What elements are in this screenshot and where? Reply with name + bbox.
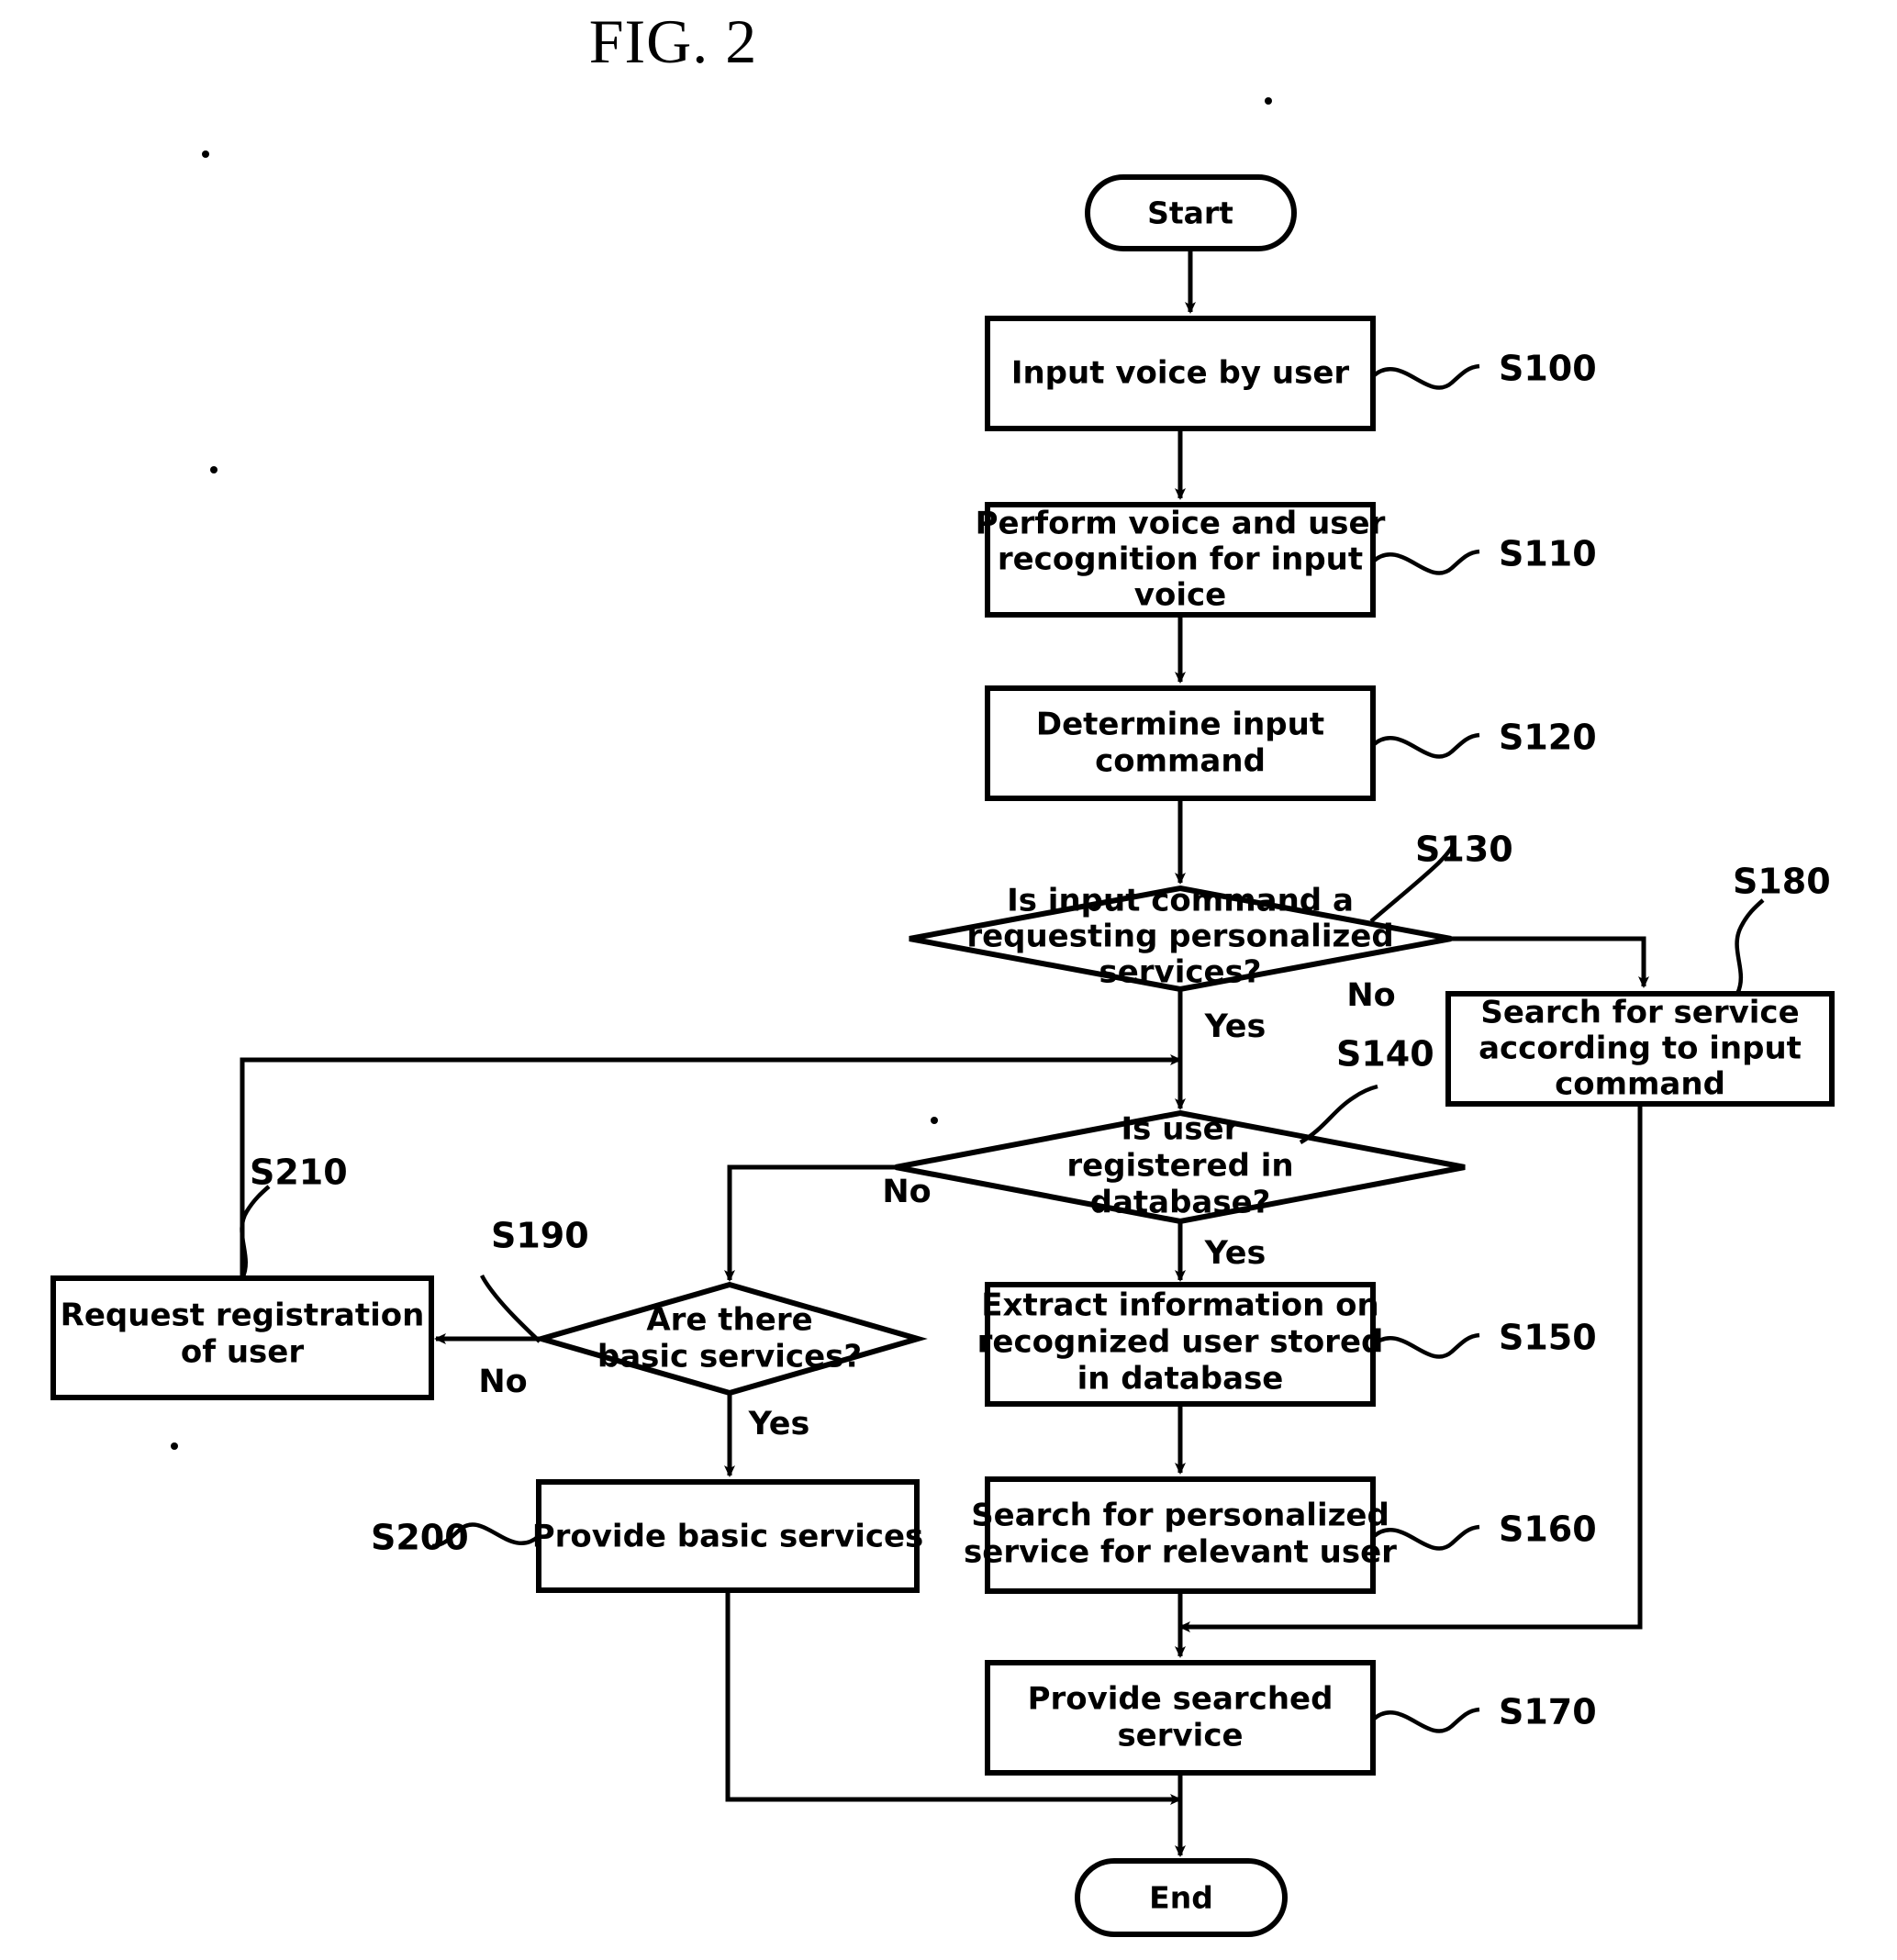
step-label-s160: S160 [1499, 1509, 1597, 1550]
step-label-s110: S110 [1499, 534, 1597, 574]
node-s110-line2: recognition for input [998, 541, 1363, 578]
node-s140-line2: registered in [1066, 1148, 1293, 1185]
branch-label-s130-yes: Yes [1204, 1008, 1267, 1045]
node-s170-line1: Provide searched [1028, 1681, 1333, 1718]
leader-s100 [1371, 363, 1480, 390]
step-label-s200: S200 [371, 1518, 469, 1558]
branch-label-s140-no: No [882, 1174, 931, 1210]
node-s120-line1: Determine input [1036, 707, 1324, 743]
node-s180-line1: Search for service [1480, 995, 1799, 1031]
leader-s210 [240, 1185, 271, 1280]
node-s190-line2: basic services? [597, 1339, 862, 1375]
node-s210-line2: of user [181, 1334, 304, 1371]
node-s130-line2: requesting personalized [966, 919, 1393, 955]
node-s120-line2: command [1095, 743, 1266, 780]
node-s150-line2: recognized user stored [977, 1324, 1384, 1361]
node-s180-line3: command [1555, 1066, 1725, 1103]
step-label-s190: S190 [491, 1216, 589, 1256]
node-s110-line3: voice [1134, 577, 1226, 614]
node-s170-line2: service [1117, 1718, 1243, 1754]
edge-s130-no-to-s180 [1451, 936, 1649, 988]
leader-s190 [479, 1274, 541, 1343]
end-label: End [1149, 1880, 1213, 1916]
step-label-s170: S170 [1499, 1692, 1597, 1732]
edge-s140-no-to-s190 [724, 1164, 896, 1282]
node-s210-line1: Request registration [61, 1297, 425, 1334]
node-s150-line1: Extract information on [981, 1287, 1378, 1324]
leader-s120 [1371, 732, 1480, 759]
node-s100-label: Input voice by user [1011, 355, 1350, 392]
step-label-s140: S140 [1336, 1034, 1434, 1075]
step-label-s180: S180 [1733, 862, 1831, 902]
scan-speck [171, 1442, 178, 1450]
leader-s150 [1371, 1332, 1480, 1359]
node-s190-line1: Are there [646, 1302, 812, 1339]
node-s200-label: Provide basic services [532, 1519, 924, 1555]
node-s150-line3: in database [1077, 1361, 1284, 1398]
step-label-s130: S130 [1415, 830, 1513, 870]
step-label-s150: S150 [1499, 1318, 1597, 1358]
node-s160-line1: Search for personalized [971, 1498, 1389, 1534]
step-label-s100: S100 [1499, 349, 1597, 389]
scan-speck [210, 466, 218, 473]
node-s140-line3: database? [1090, 1185, 1271, 1221]
node-s130-line1: Is input command a [1007, 883, 1354, 919]
node-s180-line2: according to input [1479, 1030, 1802, 1067]
branch-label-s190-no: No [478, 1364, 527, 1400]
branch-label-s130-no: No [1346, 977, 1395, 1014]
flowchart-canvas: Start Input voice by user S100 Perform v… [50, 97, 1835, 1937]
leader-s140 [1299, 1084, 1378, 1144]
node-s110-line1: Perform voice and user [976, 506, 1386, 542]
leader-s180 [1735, 898, 1765, 995]
step-label-s120: S120 [1499, 718, 1597, 758]
leader-s110 [1371, 549, 1480, 575]
branch-label-s190-yes: Yes [748, 1406, 810, 1442]
scan-speck [1265, 97, 1272, 105]
node-s130-line3: services? [1099, 954, 1261, 991]
scan-speck [931, 1117, 938, 1124]
start-label: Start [1147, 195, 1233, 231]
node-s160-line2: service for relevant user [964, 1534, 1397, 1571]
node-s140-line1: Is user [1121, 1111, 1240, 1148]
scan-speck [202, 150, 209, 158]
leader-s170 [1371, 1707, 1480, 1733]
branch-label-s140-yes: Yes [1204, 1235, 1267, 1272]
step-label-s210: S210 [250, 1153, 348, 1193]
